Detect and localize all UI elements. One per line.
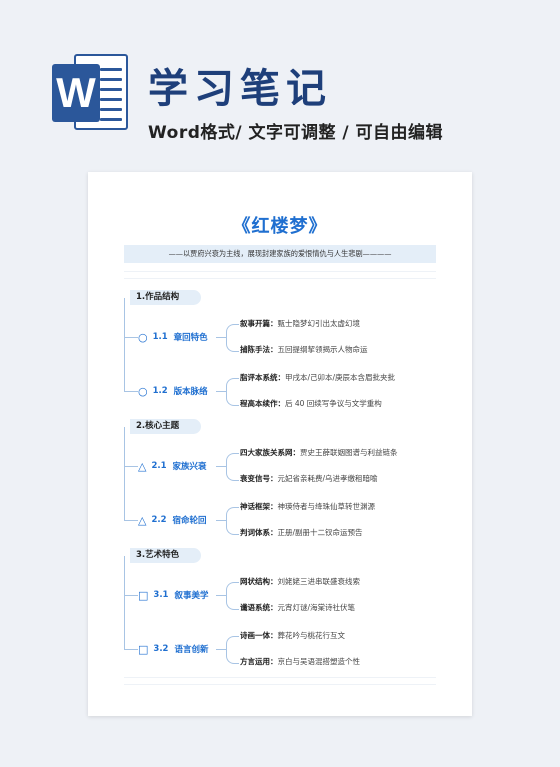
detail-value: 正册/副册十二钗命运预告 <box>277 528 363 537</box>
document-title: 《红楼梦》 <box>232 216 328 237</box>
topic-detail: 网状结构：刘姥姥三进串联盛衰线索 <box>240 575 360 589</box>
square-icon: □ <box>138 642 149 656</box>
section-heading: 2.核心主题 <box>130 419 202 434</box>
connector-bracket <box>226 582 239 610</box>
connector-line <box>124 337 138 338</box>
topic-detail: 神话框架：神瑛侍者与绛珠仙草转世渊源 <box>240 500 375 514</box>
connector-line <box>216 520 226 521</box>
connector-line <box>216 391 226 392</box>
detail-value: 后 40 回续写争议与文学重构 <box>285 399 382 408</box>
detail-key: 网状结构： <box>240 577 278 586</box>
detail-value: 甄士隐梦幻引出太虚幻境 <box>277 319 361 328</box>
divider <box>124 677 436 678</box>
detail-value: 神瑛侍者与绛珠仙草转世渊源 <box>277 502 376 511</box>
topic-detail: 程高本续作：后 40 回续写争议与文学重构 <box>240 397 382 411</box>
triangle-icon: △ <box>138 459 147 473</box>
document-page: 《红楼梦》 ——以贾府兴衰为主线，展现封建家族的爱恨情仇与人生悲剧———— 1.… <box>88 172 472 716</box>
detail-value: 甲戌本/己卯本/庚辰本含眉批夹批 <box>285 373 396 382</box>
theme-banner: ——以贾府兴衰为主线，展现封建家族的爱恨情仇与人生悲剧———— <box>124 245 436 263</box>
connector-line <box>216 466 226 467</box>
topic-detail: 脂评本系统：甲戌本/己卯本/庚辰本含眉批夹批 <box>240 371 395 385</box>
detail-key: 判词体系： <box>240 528 278 537</box>
detail-key: 脂评本系统： <box>240 373 285 382</box>
square-icon: □ <box>138 588 149 602</box>
connector-line <box>216 337 226 338</box>
topic-label: 语言创新 <box>174 645 209 655</box>
topic-label: 版本脉络 <box>173 387 208 397</box>
connector-line <box>124 391 138 392</box>
connector-line <box>124 427 125 520</box>
detail-key: 程高本续作： <box>240 399 285 408</box>
detail-value: 贾史王薛联姻图谱与利益链条 <box>300 448 398 457</box>
connector-line <box>124 466 138 467</box>
topic-detail: 叙事开篇：甄士隐梦幻引出太虚幻境 <box>240 317 360 331</box>
detail-key: 捕陈手法： <box>240 345 278 354</box>
detail-key: 衰变信号： <box>240 474 278 483</box>
detail-key: 神话框架： <box>240 502 278 511</box>
topic-node-2.2[interactable]: △ 2.2 宿命轮回 <box>138 512 211 528</box>
topic-detail: 四大家族关系网：贾史王薛联姻图谱与利益链条 <box>240 446 398 460</box>
connector-line <box>216 595 226 596</box>
topic-detail: 诗画一体：葬花吟与桃花行互文 <box>240 629 345 643</box>
connector-bracket <box>226 507 239 535</box>
topic-detail: 衰变信号：元妃省亲耗费/乌进孝缴租暗喻 <box>240 472 378 486</box>
detail-key: 谶语系统： <box>240 603 278 612</box>
topic-detail: 方言运用：京白与吴语混搭塑造个性 <box>240 655 360 669</box>
topic-node-2.1[interactable]: △ 2.1 家族兴衰 <box>138 458 211 474</box>
detail-value: 五回提纲挈领揭示人物命运 <box>277 345 368 354</box>
header: W 学习笔记 Word格式/ 文字可调整 / 可自由编辑 <box>0 0 560 160</box>
circle-icon: ○ <box>138 384 148 398</box>
detail-key: 叙事开篇： <box>240 319 278 328</box>
connector-bracket <box>226 453 239 481</box>
connector-line <box>124 520 138 521</box>
topic-number: 2.2 <box>151 515 167 525</box>
topic-node-3.1[interactable]: □ 3.1 叙事美学 <box>138 587 213 603</box>
page-subtitle: Word格式/ 文字可调整 / 可自由编辑 <box>148 123 444 143</box>
page-title: 学习笔记 <box>148 66 332 112</box>
topic-detail: 谶语系统：元宵灯谜/海棠诗社伏笔 <box>240 601 355 615</box>
topic-label: 宿命轮回 <box>172 516 207 526</box>
connector-line <box>124 298 125 391</box>
detail-key: 诗画一体： <box>240 631 278 640</box>
topic-number: 3.2 <box>153 644 169 654</box>
topic-detail: 判词体系：正册/副册十二钗命运预告 <box>240 526 363 540</box>
topic-number: 1.1 <box>152 332 168 342</box>
topic-node-1.1[interactable]: ○ 1.1 章回特色 <box>138 329 212 345</box>
detail-value: 元妃省亲耗费/乌进孝缴租暗喻 <box>277 474 378 483</box>
detail-value: 京白与吴语混搭塑造个性 <box>277 657 361 666</box>
topic-number: 3.1 <box>153 590 169 600</box>
topic-label: 章回特色 <box>173 333 208 343</box>
topic-label: 家族兴衰 <box>172 462 207 472</box>
triangle-icon: △ <box>138 513 147 527</box>
connector-line <box>124 649 138 650</box>
topic-node-3.2[interactable]: □ 3.2 语言创新 <box>138 641 213 657</box>
topic-number: 1.2 <box>152 386 168 396</box>
topic-number: 2.1 <box>151 461 167 471</box>
divider <box>124 684 436 685</box>
divider <box>124 271 436 272</box>
topic-node-1.2[interactable]: ○ 1.2 版本脉络 <box>138 383 212 399</box>
connector-line <box>216 649 226 650</box>
detail-key: 方言运用： <box>240 657 278 666</box>
divider <box>124 278 436 279</box>
detail-value: 刘姥姥三进串联盛衰线索 <box>277 577 361 586</box>
word-logo-icon: W <box>52 50 130 134</box>
connector-bracket <box>226 324 239 352</box>
topic-label: 叙事美学 <box>174 591 209 601</box>
detail-key: 四大家族关系网： <box>240 448 300 457</box>
circle-icon: ○ <box>138 330 148 344</box>
connector-bracket <box>226 636 239 664</box>
connector-line <box>124 595 138 596</box>
section-heading: 1.作品结构 <box>130 290 202 305</box>
connector-bracket <box>226 378 239 406</box>
word-letter-badge: W <box>52 64 100 122</box>
detail-value: 元宵灯谜/海棠诗社伏笔 <box>277 603 356 612</box>
topic-detail: 捕陈手法：五回提纲挈领揭示人物命运 <box>240 343 368 357</box>
connector-line <box>124 556 125 649</box>
detail-value: 葬花吟与桃花行互文 <box>277 631 346 640</box>
section-heading: 3.艺术特色 <box>130 548 202 563</box>
